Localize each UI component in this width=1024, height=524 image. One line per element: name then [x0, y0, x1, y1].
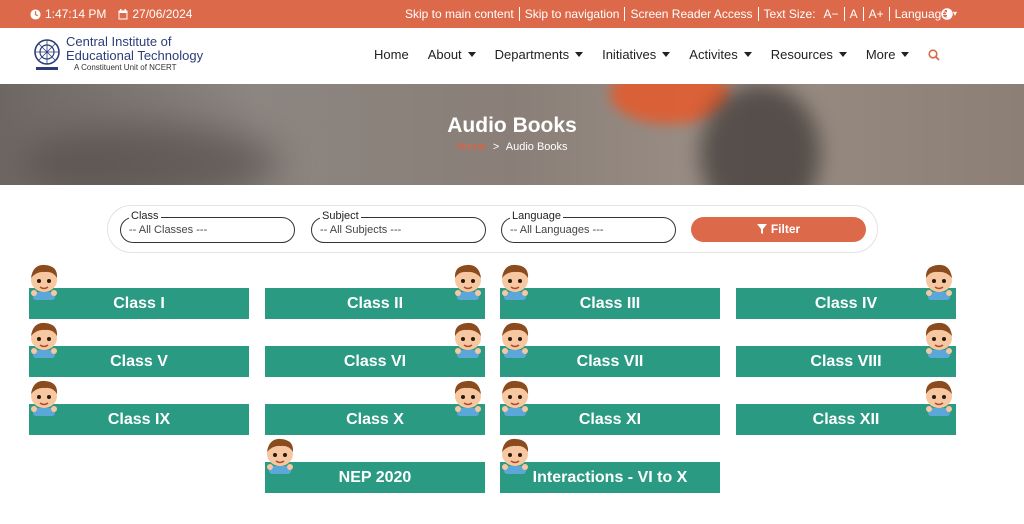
breadcrumb-home-link[interactable]: Home: [456, 141, 485, 153]
card-class-ix[interactable]: Class IX: [29, 404, 249, 435]
nav-departments[interactable]: Departments: [494, 47, 584, 62]
subject-select-value: -- All Subjects ---: [320, 224, 402, 236]
child-illustration-icon: [454, 322, 482, 358]
nav-activites[interactable]: Activites: [689, 47, 752, 62]
logo-line-2: Educational Technology: [66, 48, 204, 63]
nav-home[interactable]: Home: [374, 47, 409, 62]
child-illustration-icon: [501, 438, 529, 474]
nav-more-label: More: [865, 47, 896, 62]
caret-down-icon: [467, 52, 476, 57]
screen-reader-access-link[interactable]: Screen Reader Access: [625, 7, 759, 21]
search-icon[interactable]: [928, 48, 941, 61]
top-bar: 1:47:14 PM 27/06/2024 Skip to main conte…: [0, 0, 1024, 28]
caret-down-icon: [838, 52, 847, 57]
card-class-iii[interactable]: Class III: [500, 288, 720, 319]
child-illustration-icon: [925, 380, 953, 416]
caret-down-icon: [743, 52, 752, 57]
nav-home-label: Home: [374, 47, 409, 62]
nav-departments-label: Departments: [494, 47, 570, 62]
card-class-i[interactable]: Class I: [29, 288, 249, 319]
chevron-down-icon: ▾: [952, 9, 957, 18]
logo-line-3: A Constituent Unit of NCERT: [74, 63, 177, 72]
child-illustration-icon: [30, 264, 58, 300]
class-select[interactable]: Class -- All Classes ---: [120, 210, 295, 243]
nav-about-label: About: [427, 47, 462, 62]
skip-to-navigation-link[interactable]: Skip to navigation: [520, 7, 626, 21]
skip-to-main-content-link[interactable]: Skip to main content: [400, 7, 520, 21]
child-illustration-icon: [454, 380, 482, 416]
current-date: 27/06/2024: [132, 7, 193, 21]
card-class-v[interactable]: Class V: [29, 346, 249, 377]
main-navigation: Home About Departments Initiatives Activ…: [374, 47, 941, 62]
class-select-label: Class: [129, 210, 161, 222]
page-banner: Audio Books Home > Audio Books: [0, 84, 1024, 185]
site-header: Central Institute of Educational Technol…: [0, 28, 1024, 84]
breadcrumb-current: Audio Books: [505, 141, 568, 153]
child-illustration-icon: [30, 322, 58, 358]
nav-initiatives-label: Initiatives: [602, 47, 657, 62]
language-filter-select[interactable]: Language -- All Languages ---: [501, 210, 676, 243]
funnel-icon: [756, 224, 767, 234]
child-illustration-icon: [501, 380, 529, 416]
nav-more[interactable]: More: [866, 47, 910, 62]
text-size-increase[interactable]: A+: [864, 7, 890, 21]
language-filter-value: -- All Languages ---: [510, 224, 604, 236]
nav-initiatives[interactable]: Initiatives: [602, 47, 671, 62]
subject-select[interactable]: Subject -- All Subjects ---: [311, 210, 486, 243]
filter-button[interactable]: Filter: [691, 217, 866, 242]
child-illustration-icon: [501, 264, 529, 300]
child-illustration-icon: [266, 438, 294, 474]
language-label: Language: [894, 7, 948, 21]
class-select-value: -- All Classes ---: [129, 224, 208, 236]
site-logo[interactable]: Central Institute of Educational Technol…: [32, 35, 203, 73]
subject-select-label: Subject: [320, 210, 361, 222]
card-class-vii[interactable]: Class VII: [500, 346, 720, 377]
nav-activites-label: Activites: [689, 47, 738, 62]
card-nep-2020[interactable]: NEP 2020: [265, 462, 485, 493]
filter-bar: Class -- All Classes --- Subject -- All …: [107, 205, 878, 253]
caret-down-icon: [662, 52, 671, 57]
nav-about[interactable]: About: [428, 47, 476, 62]
ciet-emblem-icon: [34, 39, 60, 70]
card-interactions[interactable]: Interactions - VI to X: [500, 462, 720, 493]
nav-resources[interactable]: Resources: [771, 47, 847, 62]
child-illustration-icon: [925, 264, 953, 300]
nav-resources-label: Resources: [770, 47, 833, 62]
caret-down-icon: [901, 52, 910, 57]
current-time: 1:47:14 PM: [45, 7, 107, 21]
text-size-normal[interactable]: A: [845, 7, 864, 21]
text-size-label: Text Size:: [763, 7, 816, 21]
child-illustration-icon: [30, 380, 58, 416]
child-illustration-icon: [925, 322, 953, 358]
date: 27/06/2024: [118, 7, 192, 21]
calendar-icon: [118, 8, 128, 19]
clock-icon: [30, 8, 41, 20]
page-title: Audio Books: [447, 114, 577, 137]
clock: 1:47:14 PM: [30, 7, 106, 21]
contrast-icon[interactable]: [941, 8, 953, 20]
breadcrumb: Home > Audio Books: [0, 141, 1024, 153]
filter-button-label: Filter: [770, 222, 801, 236]
child-illustration-icon: [501, 322, 529, 358]
breadcrumb-separator: >: [492, 141, 500, 153]
logo-line-1: Central Institute of: [66, 34, 172, 49]
text-size-decrease[interactable]: A−: [819, 7, 845, 21]
caret-down-icon: [575, 52, 584, 57]
card-class-xi[interactable]: Class XI: [500, 404, 720, 435]
language-filter-label: Language: [510, 210, 563, 222]
child-illustration-icon: [454, 264, 482, 300]
